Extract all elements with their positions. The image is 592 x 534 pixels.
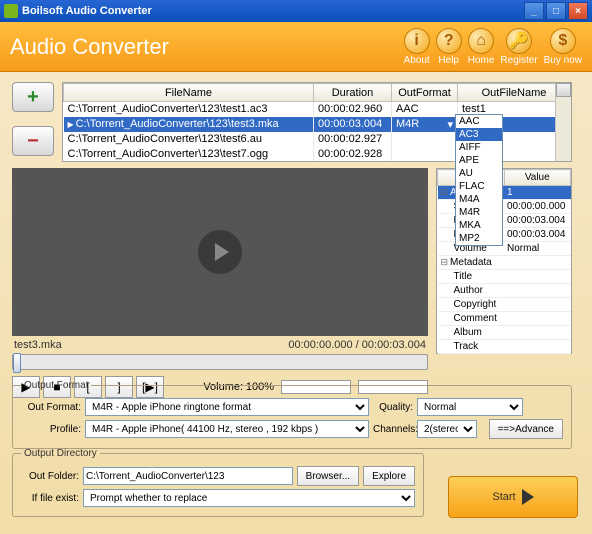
property-row[interactable]: Comment xyxy=(438,312,571,326)
property-row[interactable]: Track xyxy=(438,340,571,354)
out-folder-input[interactable] xyxy=(83,467,293,485)
dropdown-option[interactable]: AC3 xyxy=(456,128,502,141)
header-home[interactable]: ⌂Home xyxy=(468,28,495,66)
dropdown-option[interactable]: AAC xyxy=(456,115,502,128)
file-ops: + − xyxy=(12,82,54,170)
time-display: 00:00:00.000 / 00:00:03.004 xyxy=(288,339,426,351)
output-directory-group: Output Directory Out Folder: Browser... … xyxy=(12,448,424,517)
dropdown-option[interactable]: M4A xyxy=(456,193,502,206)
column-header[interactable]: Duration xyxy=(314,84,392,102)
out-format-select[interactable]: M4R - Apple iPhone ringtone format xyxy=(85,398,369,416)
outformat-dropdown[interactable]: AACAC3AIFFAPEAUFLACM4AM4RMKAMP2 xyxy=(455,114,503,246)
explore-button[interactable]: Explore xyxy=(363,466,415,486)
dropdown-option[interactable]: AU xyxy=(456,167,502,180)
header-about[interactable]: iAbout xyxy=(404,28,430,66)
column-header[interactable]: OutFileName xyxy=(458,84,571,102)
slider-thumb[interactable] xyxy=(13,353,21,373)
scrollbar[interactable] xyxy=(555,83,571,161)
header-help[interactable]: ?Help xyxy=(436,28,462,66)
current-filename: test3.mka xyxy=(14,339,62,351)
add-file-button[interactable]: + xyxy=(12,82,54,112)
dropdown-option[interactable]: MP2 xyxy=(456,232,502,245)
output-format-group: Output Format Out Format: M4R - Apple iP… xyxy=(12,380,572,449)
column-header[interactable]: FileName xyxy=(64,84,314,102)
header-register[interactable]: 🔑Register xyxy=(500,28,537,66)
progress-slider[interactable] xyxy=(12,354,428,370)
property-row[interactable]: Copyright xyxy=(438,298,571,312)
header-buy-now[interactable]: $Buy now xyxy=(544,28,582,66)
remove-file-button[interactable]: − xyxy=(12,126,54,156)
quality-select[interactable]: Normal xyxy=(417,398,523,416)
dropdown-option[interactable]: FLAC xyxy=(456,180,502,193)
minimize-button[interactable]: _ xyxy=(524,2,544,20)
video-preview[interactable] xyxy=(12,168,428,336)
dropdown-option[interactable]: MKA xyxy=(456,219,502,232)
column-header[interactable]: OutFormat xyxy=(392,84,458,102)
profile-select[interactable]: M4R - Apple iPhone( 44100 Hz, stereo , 1… xyxy=(85,420,369,438)
window-title: Boilsoft Audio Converter xyxy=(22,5,522,17)
main-area: + − FileNameDurationOutFormatOutFileName… xyxy=(0,72,592,534)
maximize-button[interactable]: □ xyxy=(546,2,566,20)
property-row[interactable]: Metadata xyxy=(438,256,571,270)
dropdown-option[interactable]: AIFF xyxy=(456,141,502,154)
close-button[interactable]: × xyxy=(568,2,588,20)
browse-button[interactable]: Browser... xyxy=(297,466,359,486)
dropdown-option[interactable]: M4R xyxy=(456,206,502,219)
app-title: Audio Converter xyxy=(10,34,398,60)
app-header: Audio Converter iAbout?Help⌂Home🔑Registe… xyxy=(0,22,592,72)
play-icon[interactable] xyxy=(198,230,242,274)
if-exist-select[interactable]: Prompt whether to replace xyxy=(83,489,415,507)
property-row[interactable]: Album xyxy=(438,326,571,340)
channels-select[interactable]: 2(stereo) xyxy=(417,420,477,438)
dropdown-option[interactable]: APE xyxy=(456,154,502,167)
app-icon xyxy=(4,4,18,18)
start-button[interactable]: Start xyxy=(448,476,578,518)
advance-button[interactable]: ==>Advance xyxy=(489,419,563,439)
property-row[interactable]: Title xyxy=(438,270,571,284)
property-row[interactable]: Author xyxy=(438,284,571,298)
titlebar: Boilsoft Audio Converter _ □ × xyxy=(0,0,592,22)
